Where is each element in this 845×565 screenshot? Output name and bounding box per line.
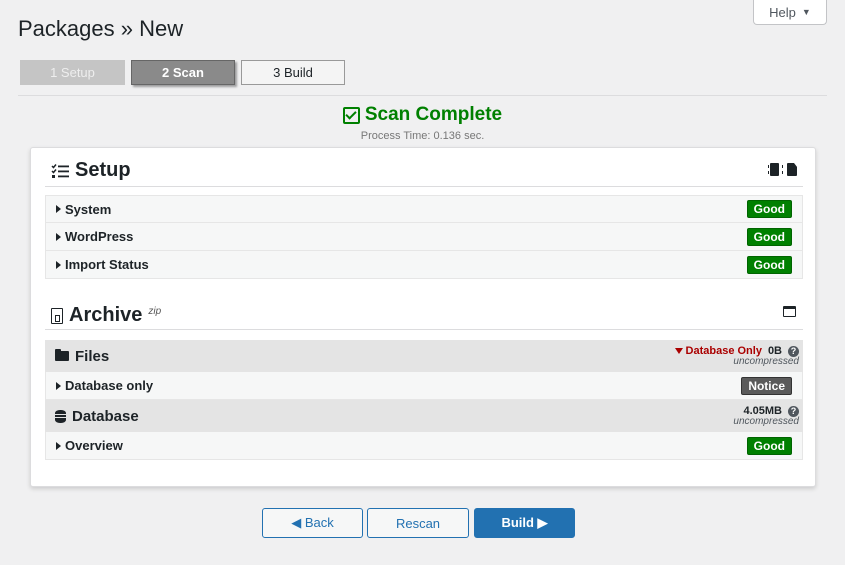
tasks-list-icon: [51, 163, 69, 178]
expand-arrow-icon: [56, 260, 61, 269]
build-button[interactable]: Build ▶: [474, 508, 575, 538]
step-scan[interactable]: 2 Scan: [131, 60, 235, 85]
wordpress-label-wrap: WordPress: [56, 229, 133, 244]
help-label: Help: [769, 4, 796, 20]
database-meta: 4.05MB ? uncompressed: [733, 405, 799, 427]
files-size-note: uncompressed: [733, 356, 799, 367]
setup-rows: System Good WordPress Good Import Status…: [45, 195, 803, 279]
database-row-overview[interactable]: Overview Good: [45, 432, 803, 460]
help-question-icon[interactable]: ?: [788, 405, 799, 417]
files-heading: Files: [55, 348, 109, 365]
status-badge: Good: [746, 255, 792, 274]
expand-arrow-icon: [56, 441, 61, 450]
row-label: System: [65, 201, 112, 217]
action-buttons: ◀ Back Rescan Build ▶: [262, 508, 575, 538]
row-label: Overview: [65, 438, 123, 453]
help-button[interactable]: Help ▼: [753, 0, 827, 25]
expand-arrow-icon: [56, 232, 61, 241]
setup-row-wordpress[interactable]: WordPress Good: [45, 223, 803, 251]
status-badge: Good: [746, 436, 792, 455]
process-time: Process Time: 0.136 sec.: [360, 129, 485, 142]
file-zip-icon: [51, 307, 63, 324]
scan-complete-heading: Scan Complete: [342, 104, 503, 126]
file-code-icon[interactable]: [787, 163, 797, 176]
archive-rows: Files Database Only 0B ? uncompressed Da…: [45, 340, 803, 460]
filter-icon: [674, 348, 683, 354]
files-title: Files: [75, 347, 110, 365]
caret-down-icon: ▼: [801, 7, 811, 17]
database-icon: [55, 409, 66, 423]
setup-title: Setup: [75, 159, 131, 181]
setup-row-import-status[interactable]: Import Status Good: [45, 251, 803, 279]
database-group-header: Database 4.05MB ? uncompressed: [45, 400, 803, 432]
scan-status: Scan Complete Process Time: 0.136 sec.: [0, 104, 845, 142]
back-button[interactable]: ◀ Back: [262, 508, 363, 538]
database-title: Database: [72, 407, 139, 425]
row-label: Import Status: [65, 257, 149, 272]
row-label: Database only: [65, 378, 154, 393]
expand-arrow-icon: [56, 205, 61, 213]
status-badge: Good: [746, 227, 792, 246]
system-label-wrap: System: [56, 202, 111, 217]
setup-header-icons: [768, 163, 797, 176]
overview-label-wrap: Overview: [56, 438, 123, 453]
setup-row-system[interactable]: System Good: [45, 195, 803, 223]
step-setup[interactable]: 1 Setup: [20, 60, 125, 85]
database-size-note: uncompressed: [733, 416, 799, 427]
page-title: Packages » New: [18, 16, 184, 41]
window-icon[interactable]: [783, 306, 796, 317]
files-group-header: Files Database Only 0B ? uncompressed: [45, 340, 803, 372]
setup-divider: [45, 186, 803, 187]
folder-open-icon: [55, 349, 69, 361]
archive-type: zip: [148, 306, 162, 317]
database-heading: Database: [55, 408, 139, 425]
wizard-steps: 1 Setup 2 Scan 3 Build: [20, 60, 345, 85]
row-label: WordPress: [65, 229, 134, 244]
help-question-icon[interactable]: ?: [788, 345, 799, 357]
archive-title: Archive: [69, 304, 143, 326]
status-badge: Good: [746, 200, 792, 218]
status-badge: Notice: [741, 376, 792, 395]
files-row-database-only[interactable]: Database only Notice: [45, 372, 803, 400]
checkbox-checked-icon: [342, 106, 360, 124]
database-only-label-wrap: Database only: [56, 378, 153, 393]
header-divider: [18, 95, 827, 96]
memory-chip-icon[interactable]: [768, 163, 783, 176]
files-meta: Database Only 0B ? uncompressed: [674, 345, 799, 367]
scan-results-panel: Setup System Good WordPress Good Import …: [30, 147, 816, 487]
rescan-button[interactable]: Rescan: [367, 508, 469, 538]
scan-complete-label: Scan Complete: [364, 104, 503, 125]
step-build[interactable]: 3 Build: [241, 60, 345, 85]
archive-divider: [45, 329, 803, 330]
archive-section-header: Archive zip: [51, 304, 161, 327]
expand-arrow-icon: [56, 381, 61, 390]
import-label-wrap: Import Status: [56, 257, 149, 272]
setup-section-header: Setup: [51, 159, 131, 182]
